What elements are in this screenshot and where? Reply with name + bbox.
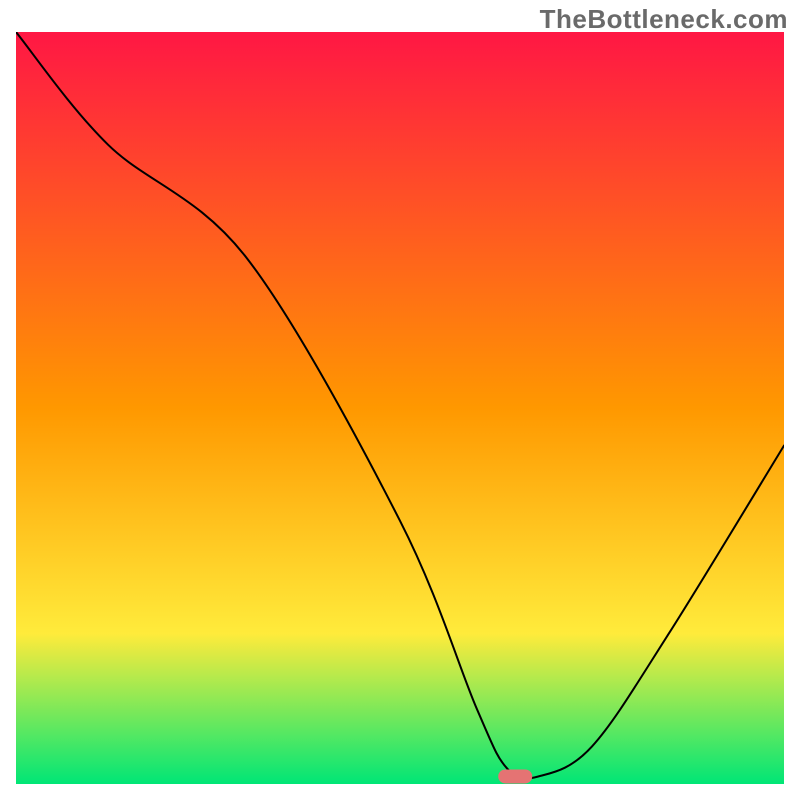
bottleneck-chart [16,32,784,784]
chart-svg [16,32,784,784]
heat-background [16,32,784,784]
optimum-marker [498,769,532,783]
optimum-marker-pill [498,769,532,783]
watermark-text: TheBottleneck.com [540,4,788,35]
chart-stage: TheBottleneck.com [0,0,800,800]
